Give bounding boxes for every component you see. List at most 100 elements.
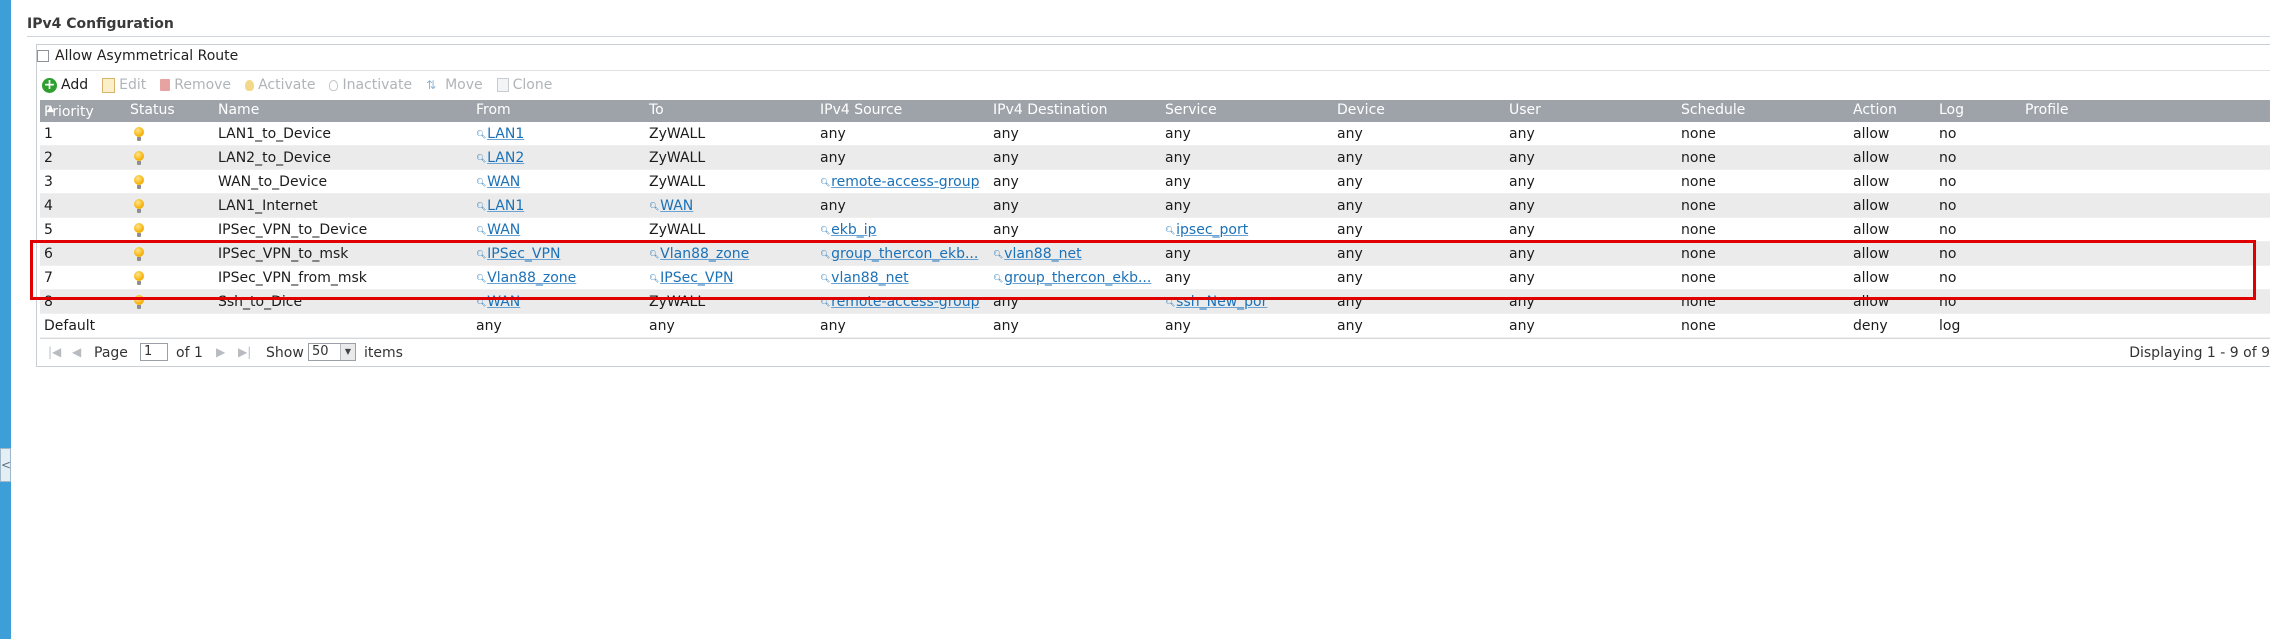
cell-action: allow bbox=[1853, 222, 1890, 238]
remove-button[interactable]: Remove bbox=[160, 77, 231, 93]
asymmetrical-route-checkbox[interactable] bbox=[37, 50, 49, 62]
edit-button[interactable]: Edit bbox=[102, 77, 146, 93]
column-header-action[interactable]: Action bbox=[1853, 102, 1897, 118]
status-lightbulb-icon[interactable] bbox=[134, 247, 144, 261]
cell-to[interactable]: 🔍︎WAN bbox=[649, 198, 814, 214]
cell-source[interactable]: 🔍︎remote-access-group bbox=[820, 174, 988, 190]
cell-name: LAN1_Internet bbox=[218, 198, 318, 214]
object-link[interactable]: remote-access-group bbox=[831, 294, 979, 310]
cell-from[interactable]: 🔍︎IPSec_VPN bbox=[476, 246, 641, 262]
clone-button[interactable]: Clone bbox=[496, 77, 552, 93]
object-link[interactable]: Vlan88_zone bbox=[487, 270, 576, 286]
displaying-count: Displaying 1 - 9 of 9 bbox=[2129, 345, 2270, 361]
inactivate-button[interactable]: Inactivate bbox=[329, 77, 412, 93]
first-page-icon[interactable]: |◀ bbox=[48, 345, 61, 359]
object-link[interactable]: vlan88_net bbox=[831, 270, 908, 286]
object-link[interactable]: WAN bbox=[660, 198, 693, 214]
cell-source[interactable]: 🔍︎ekb_ip bbox=[820, 222, 988, 238]
object-link-icon: 🔍︎ bbox=[476, 178, 487, 187]
move-label: Move bbox=[445, 77, 483, 93]
column-header-ipv4-source[interactable]: IPv4 Source bbox=[820, 102, 902, 118]
cell-name: IPSec_VPN_to_Device bbox=[218, 222, 368, 238]
object-link[interactable]: ipsec_port bbox=[1176, 222, 1248, 238]
cell-from[interactable]: 🔍︎LAN1 bbox=[476, 198, 641, 214]
next-page-icon[interactable]: ▶ bbox=[216, 345, 225, 359]
status-lightbulb-icon[interactable] bbox=[134, 151, 144, 165]
object-link[interactable]: LAN2 bbox=[487, 150, 524, 166]
cell-from[interactable]: 🔍︎LAN2 bbox=[476, 150, 641, 166]
table-row[interactable]: 6 IPSec_VPN_to_msk 🔍︎IPSec_VPN 🔍︎Vlan88_zon… bbox=[40, 242, 2270, 266]
column-header-log[interactable]: Log bbox=[1939, 102, 1964, 118]
cell-user: any bbox=[1509, 126, 1535, 142]
column-header-profile[interactable]: Profile bbox=[2025, 102, 2069, 118]
column-header-user[interactable]: User bbox=[1509, 102, 1541, 118]
cell-to: ZyWALL bbox=[649, 294, 706, 310]
cell-service[interactable]: 🔍︎ssh_New_por bbox=[1165, 294, 1330, 310]
object-link[interactable]: vlan88_net bbox=[1004, 246, 1081, 262]
object-link[interactable]: ekb_ip bbox=[831, 222, 876, 238]
column-header-name[interactable]: Name bbox=[218, 102, 259, 118]
table-row[interactable]: 1 LAN1_to_Device 🔍︎LAN1 ZyWALL any any any any a… bbox=[40, 122, 2270, 146]
status-lightbulb-icon[interactable] bbox=[134, 271, 144, 285]
cell-destination[interactable]: 🔍︎group_thercon_ekb... bbox=[993, 270, 1161, 286]
add-button[interactable]: + Add bbox=[42, 77, 88, 93]
status-lightbulb-icon[interactable] bbox=[134, 175, 144, 189]
cell-action: allow bbox=[1853, 294, 1890, 310]
activate-button[interactable]: Activate bbox=[245, 77, 315, 93]
table-row[interactable]: 5 IPSec_VPN_to_Device 🔍︎WAN ZyWALL 🔍︎ekb_ip a… bbox=[40, 218, 2270, 242]
object-link[interactable]: WAN bbox=[487, 222, 520, 238]
object-link[interactable]: Vlan88_zone bbox=[660, 246, 749, 262]
column-header-to[interactable]: To bbox=[649, 102, 664, 118]
object-link[interactable]: remote-access-group bbox=[831, 174, 979, 190]
table-row[interactable]: 8 Ssh_to_Dice 🔍︎WAN ZyWALL 🔍︎remote-access-g… bbox=[40, 290, 2270, 314]
column-header-from[interactable]: From bbox=[476, 102, 511, 118]
object-link[interactable]: IPSec_VPN bbox=[487, 246, 560, 262]
add-label: Add bbox=[61, 77, 89, 93]
object-link[interactable]: group_thercon_ekb... bbox=[1004, 270, 1151, 286]
column-header-ipv4-destination[interactable]: IPv4 Destination bbox=[993, 102, 1108, 118]
move-button[interactable]: ⇅ Move bbox=[426, 77, 483, 93]
cell-to[interactable]: 🔍︎Vlan88_zone bbox=[649, 246, 814, 262]
table-row[interactable]: 3 WAN_to_Device 🔍︎WAN ZyWALL 🔍︎remote-access… bbox=[40, 170, 2270, 194]
cell-from[interactable]: 🔍︎WAN bbox=[476, 222, 641, 238]
column-header-schedule[interactable]: Schedule bbox=[1681, 102, 1745, 118]
object-link-icon: 🔍︎ bbox=[476, 154, 487, 163]
status-lightbulb-icon[interactable] bbox=[134, 127, 144, 141]
cell-from[interactable]: 🔍︎WAN bbox=[476, 294, 641, 310]
cell-schedule: none bbox=[1681, 246, 1716, 262]
object-link[interactable]: WAN bbox=[487, 294, 520, 310]
table-row[interactable]: 4 LAN1_Internet 🔍︎LAN1 🔍︎WAN any any any any any… bbox=[40, 194, 2270, 218]
object-link[interactable]: group_thercon_ekb... bbox=[831, 246, 978, 262]
table-row[interactable]: 7 IPSec_VPN_from_msk 🔍︎Vlan88_zone 🔍︎IPSec_… bbox=[40, 266, 2270, 290]
cell-service[interactable]: 🔍︎ipsec_port bbox=[1165, 222, 1330, 238]
table-row[interactable]: Default any any any any any any any none deny log bbox=[40, 314, 2270, 338]
column-header-device[interactable]: Device bbox=[1337, 102, 1385, 118]
cell-from[interactable]: 🔍︎LAN1 bbox=[476, 126, 641, 142]
object-link[interactable]: IPSec_VPN bbox=[660, 270, 733, 286]
object-link[interactable]: LAN1 bbox=[487, 126, 524, 142]
cell-source[interactable]: 🔍︎vlan88_net bbox=[820, 270, 988, 286]
page-number-input[interactable]: 1 bbox=[140, 343, 168, 361]
cell-source[interactable]: 🔍︎group_thercon_ekb... bbox=[820, 246, 988, 262]
object-link[interactable]: WAN bbox=[487, 174, 520, 190]
asymmetrical-route-option[interactable]: Allow Asymmetrical Route bbox=[36, 46, 238, 66]
status-lightbulb-icon[interactable] bbox=[134, 295, 144, 309]
page-size-select[interactable]: 50 ▼ bbox=[308, 343, 356, 361]
column-header-service[interactable]: Service bbox=[1165, 102, 1217, 118]
cell-from[interactable]: 🔍︎Vlan88_zone bbox=[476, 270, 641, 286]
status-lightbulb-icon[interactable] bbox=[134, 199, 144, 213]
object-link[interactable]: ssh_New_por bbox=[1176, 294, 1267, 310]
collapse-sidebar-handle[interactable]: < bbox=[0, 448, 11, 482]
last-page-icon[interactable]: ▶| bbox=[238, 345, 251, 359]
object-link[interactable]: LAN1 bbox=[487, 198, 524, 214]
cell-to[interactable]: 🔍︎IPSec_VPN bbox=[649, 270, 814, 286]
cell-device: any bbox=[1337, 222, 1363, 238]
column-header-status[interactable]: Status bbox=[130, 102, 175, 118]
cell-source[interactable]: 🔍︎remote-access-group bbox=[820, 294, 988, 310]
cell-from[interactable]: 🔍︎WAN bbox=[476, 174, 641, 190]
table-row[interactable]: 2 LAN2_to_Device 🔍︎LAN2 ZyWALL any any any any a… bbox=[40, 146, 2270, 170]
cell-priority: Default bbox=[44, 318, 96, 334]
previous-page-icon[interactable]: ◀ bbox=[72, 345, 81, 359]
cell-destination[interactable]: 🔍︎vlan88_net bbox=[993, 246, 1161, 262]
status-lightbulb-icon[interactable] bbox=[134, 223, 144, 237]
